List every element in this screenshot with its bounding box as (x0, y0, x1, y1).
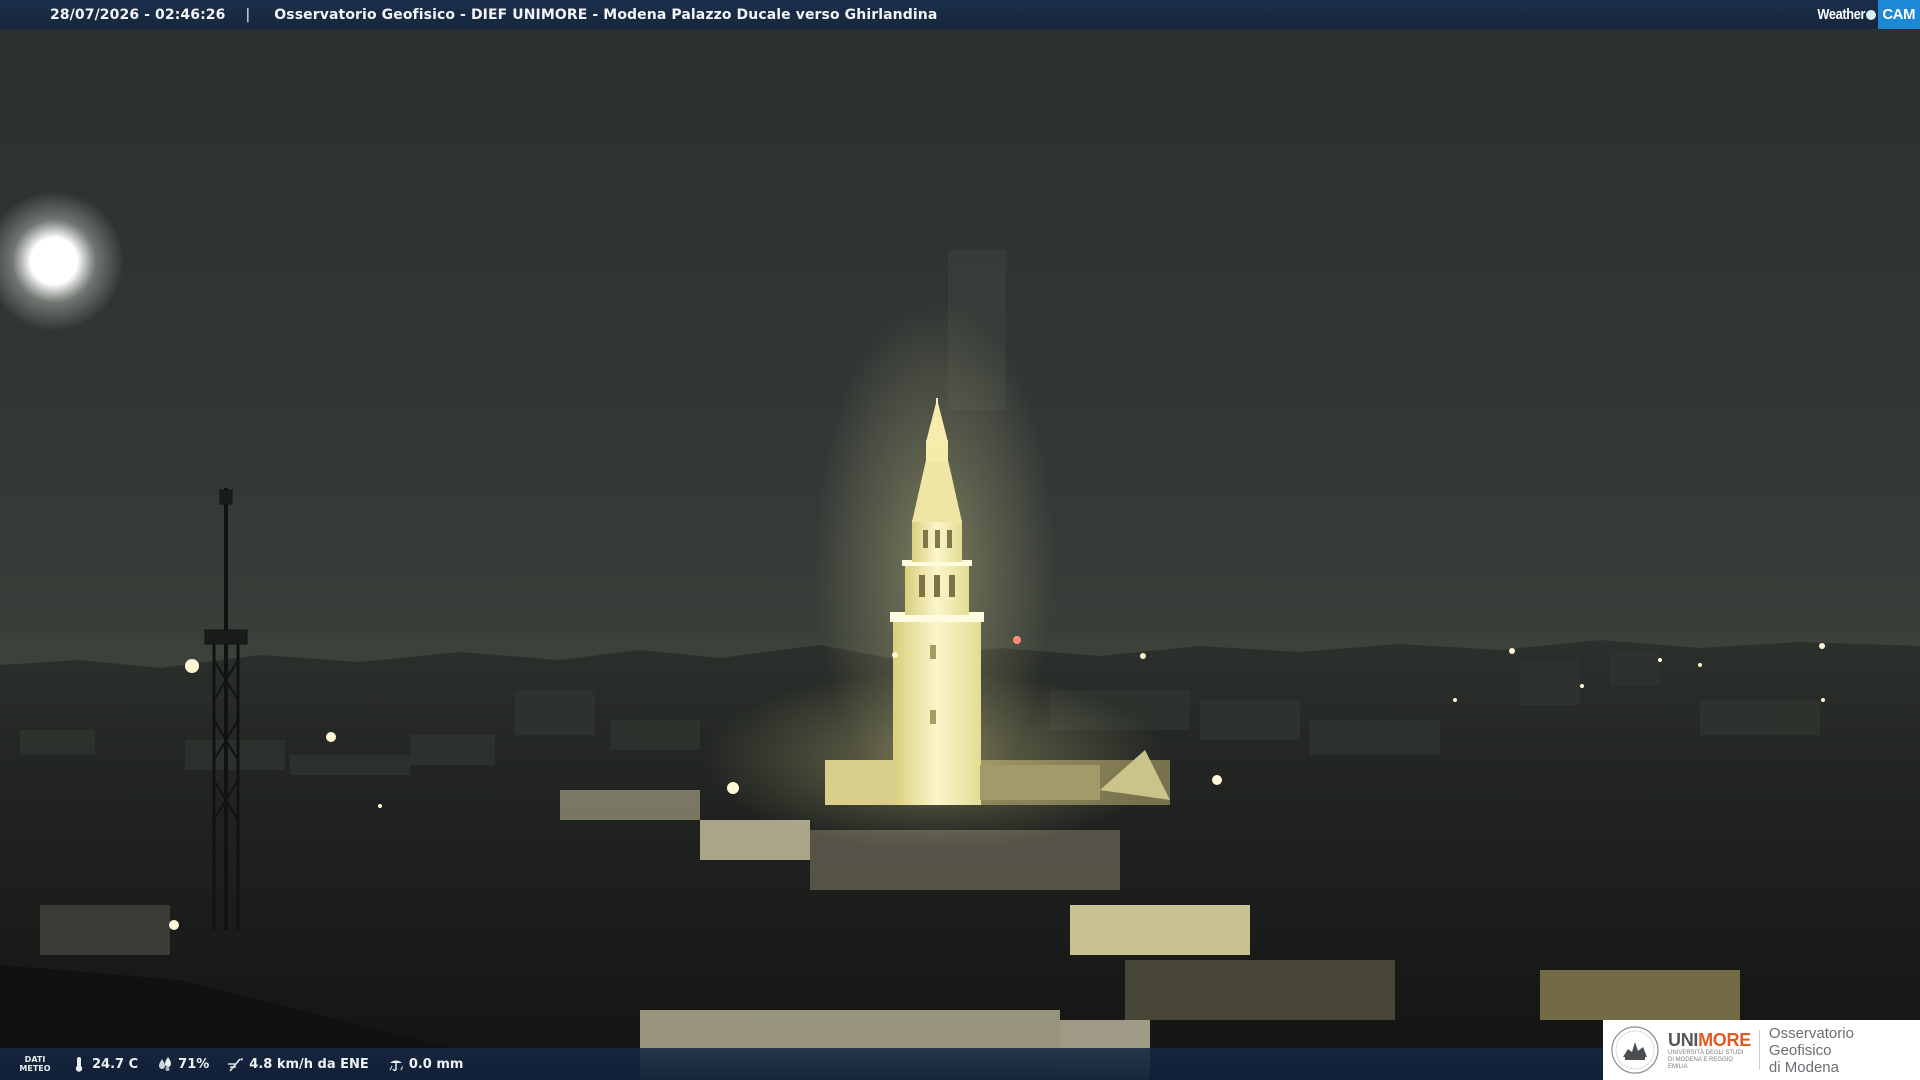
top-info-bar: 28/07/2026 - 02:46:26 | Osservatorio Geo… (0, 0, 1920, 29)
unimore-name: UNIMORE (1668, 1030, 1751, 1050)
humidity-value: 71% (178, 1056, 210, 1072)
unimore-subtitle: UNIVERSITÀ DEGLI STUDI DI MODENA E REGGI… (1668, 1049, 1744, 1070)
droplets-icon (156, 1055, 174, 1073)
brand-dot-icon (1866, 9, 1877, 20)
unimore-seal-icon (1611, 1026, 1659, 1074)
unimore-wordmark: UNIMORE UNIVERSITÀ DEGLI STUDI DI MODENA… (1668, 1030, 1751, 1071)
rain-gauge-icon (387, 1055, 405, 1073)
timestamp: 28/07/2026 - 02:46:26 (50, 6, 226, 23)
unimore-logo-box: UNIMORE UNIVERSITÀ DEGLI STUDI DI MODENA… (1603, 1020, 1920, 1080)
weathercam-logo: Weather CAM (1809, 0, 1920, 29)
camera-title: Osservatorio Geofisico - DIEF UNIMORE - … (274, 6, 938, 23)
brand-cam-text: CAM (1878, 0, 1920, 29)
temperature-value: 24.7 C (92, 1056, 139, 1072)
rain-value: 0.0 mm (408, 1056, 464, 1072)
webcam-image (0, 0, 1920, 1080)
unimore-name-uni: UNI (1668, 1029, 1699, 1050)
humidity-reading: 71% (156, 1055, 209, 1073)
weather-data-bar: DATI METEO 24.7 C 71% 4.8 km/h da ENE 0.… (0, 1048, 1605, 1080)
weather-data-label-line2: METEO (19, 1064, 51, 1073)
observatory-name: Osservatorio Geofisico di Modena (1769, 1025, 1920, 1076)
wind-reading: 4.8 km/h da ENE (227, 1055, 369, 1073)
brand-weather-text: Weather (1817, 6, 1866, 23)
wind-icon (227, 1055, 245, 1073)
rain-reading: 0.0 mm (387, 1055, 464, 1073)
thermometer-icon (70, 1055, 88, 1073)
observatory-name-line2: di Modena (1768, 1058, 1839, 1076)
wind-value: 4.8 km/h da ENE (249, 1056, 369, 1072)
weather-data-label-line1: DATI (24, 1055, 46, 1064)
unimore-name-more: MORE (1698, 1029, 1751, 1050)
observatory-name-line1: Osservatorio Geofisico (1768, 1024, 1854, 1059)
webcam-frame: 28/07/2026 - 02:46:26 | Osservatorio Geo… (0, 0, 1920, 1080)
title-separator: | (245, 6, 251, 23)
weather-data-label: DATI METEO (0, 1055, 70, 1073)
logo-divider (1758, 1030, 1760, 1070)
temperature-reading: 24.7 C (70, 1055, 138, 1073)
